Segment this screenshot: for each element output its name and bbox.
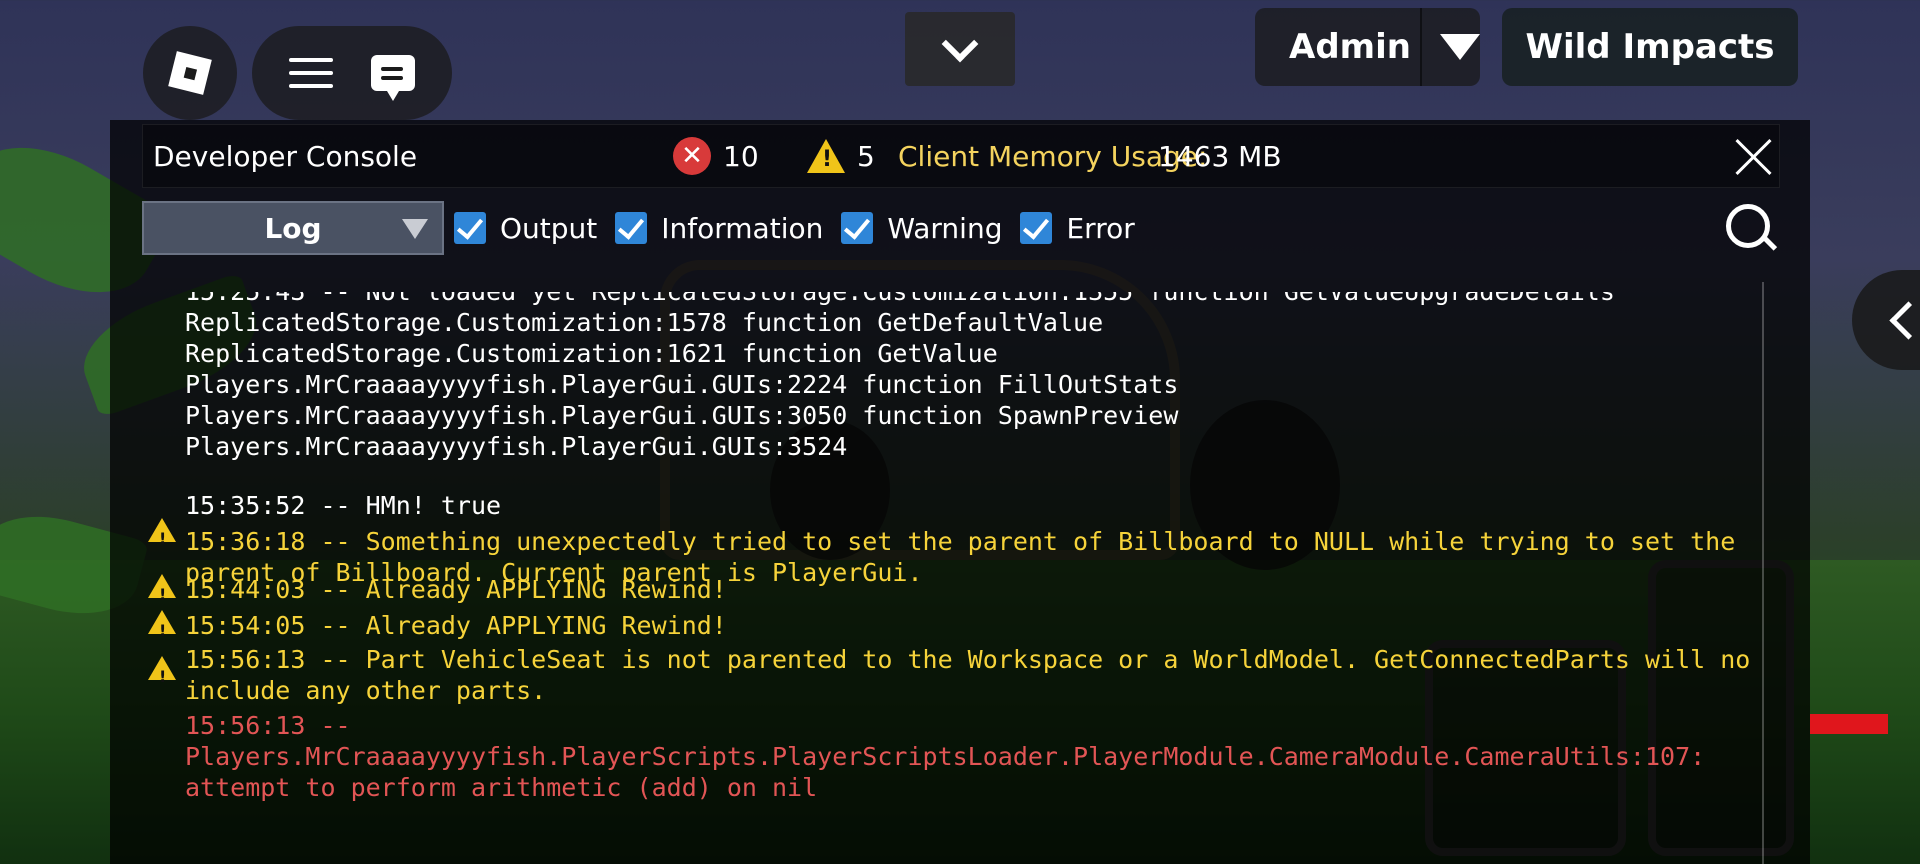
checkbox-checked-icon [615,212,648,244]
log-list[interactable]: 15:25:43 -- Not loaded yet ReplicatedSto… [110,292,1810,864]
developer-console: Developer Console ✕ 10 ! 5 Client Memory… [110,120,1810,864]
filter-warning-checkbox[interactable]: Warning [841,212,1002,245]
memory-usage-value: 1463 MB [1158,139,1282,173]
filter-label: Output [500,211,598,245]
filter-label: Information [661,211,824,245]
warning-icon: ! [148,574,176,604]
roblox-menu-button[interactable] [143,26,237,120]
player-role-dropdown[interactable]: Admin [1255,8,1480,86]
log-entry-warning: 15:44:03 -- Already APPLYING Rewind! [185,575,727,604]
side-panel-toggle[interactable] [1852,270,1920,370]
error-count-badge[interactable]: ✕ 10 [673,137,759,175]
log-type-label: Log [264,211,322,245]
warning-icon: ! [148,656,176,686]
log-type-dropdown[interactable]: Log [142,201,444,255]
chevron-down-icon [941,25,979,63]
roblox-logo-icon [168,51,212,95]
error-count: 10 [723,139,759,173]
boost-bar [1810,714,1888,734]
filter-output-checkbox[interactable]: Output [454,212,597,245]
log-entry-output: 15:35:52 -- HMn! true [185,491,502,520]
error-icon: ✕ [673,137,711,175]
player-role-label: Admin [1289,27,1411,67]
console-header: Developer Console ✕ 10 ! 5 Client Memory… [142,124,1780,188]
filter-label: Error [1066,211,1135,245]
log-entry-output: 15:25:43 -- Not loaded yet ReplicatedSto… [185,292,1615,461]
console-filter-row: Log Output Information Warning Error [142,200,1778,256]
console-title: Developer Console [153,139,418,173]
warning-count-badge[interactable]: ! 5 [807,139,875,173]
filter-information-checkbox[interactable]: Information [615,212,823,245]
filter-label: Warning [887,211,1003,245]
chevron-left-icon [1888,300,1920,340]
checkbox-checked-icon [841,212,874,244]
log-entry-warning: 15:56:13 -- Part VehicleSeat is not pare… [185,645,1751,705]
menu-chat-pill [252,26,452,120]
collapse-topbar-button[interactable] [905,12,1015,86]
divider [1420,8,1422,86]
hamburger-menu-icon[interactable] [289,58,333,88]
warning-icon: ! [148,610,176,640]
log-entry-warning: 15:54:05 -- Already APPLYING Rewind! [185,611,727,640]
warning-icon: ! [148,518,176,548]
team-name-button[interactable]: Wild Impacts [1502,8,1798,86]
checkbox-checked-icon [454,212,486,244]
dropdown-triangle-icon [402,219,428,239]
warning-icon: ! [807,139,845,173]
checkbox-checked-icon [1020,212,1053,244]
filter-error-checkbox[interactable]: Error [1020,211,1135,245]
dropdown-triangle-icon [1440,34,1480,60]
log-entry-error: 15:56:13 -- Players.MrCraaaayyyyfish.Pla… [185,711,1706,802]
close-icon[interactable] [1733,137,1773,177]
search-icon[interactable] [1722,200,1778,256]
warning-count: 5 [857,139,875,173]
chat-icon[interactable] [371,55,415,101]
